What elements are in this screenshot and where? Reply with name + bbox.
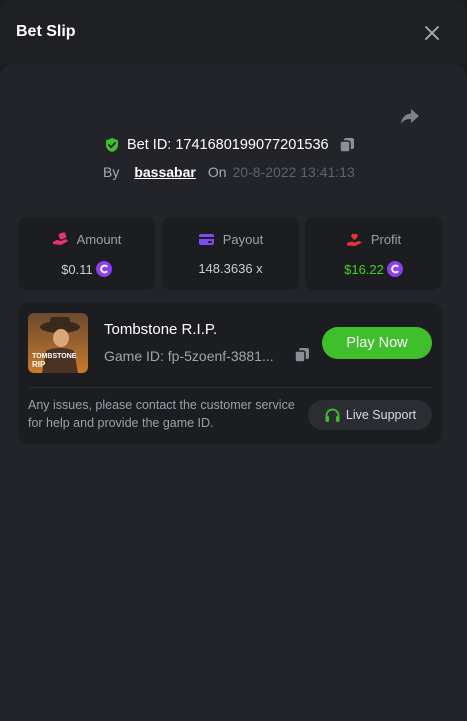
- profit-label: Profit: [370, 232, 402, 247]
- game-card: TOMBSTONE RIP Tombstone R.I.P. Game ID: …: [18, 303, 442, 444]
- payout-label: Payout: [222, 232, 264, 247]
- on-label: On: [207, 164, 227, 180]
- payout-card: Payout 148.3636 x: [162, 217, 299, 290]
- amount-label: Amount: [76, 232, 122, 247]
- svg-text:RIP: RIP: [32, 360, 46, 369]
- wallet-icon: [198, 234, 214, 245]
- profit-value: $16.22: [344, 261, 384, 277]
- game-id: Game ID: fp-5zoenf-3881...: [104, 348, 274, 364]
- support-message: Any issues, please contact the customer …: [28, 398, 295, 430]
- coin-icon: [95, 261, 112, 277]
- bet-id-row: Bet ID: 1741680199077201536: [104, 135, 355, 155]
- share-icon[interactable]: [398, 104, 422, 128]
- bet-slip-title: Bet Slip: [16, 23, 76, 40]
- hand-heart-icon: [346, 233, 362, 246]
- live-support-button[interactable]: Live Support: [308, 400, 432, 430]
- live-support-label: Live Support: [345, 408, 417, 422]
- play-now-button[interactable]: Play Now: [322, 327, 432, 359]
- shield-check-icon: [106, 138, 118, 152]
- profit-card: Profit $16.22: [305, 217, 442, 290]
- by-label: By: [103, 164, 120, 180]
- amount-card: Amount $0.11: [18, 217, 155, 290]
- bet-author-row: By bassabar On 20-8-2022 13:41:13: [103, 163, 355, 181]
- bet-datetime: 20-8-2022 13:41:13: [232, 164, 355, 180]
- username-link[interactable]: bassabar: [134, 164, 195, 180]
- copy-icon[interactable]: [294, 347, 310, 363]
- svg-text:TOMBSTONE: TOMBSTONE: [32, 353, 77, 360]
- amount-value: $0.11: [61, 261, 93, 277]
- game-thumbnail-image: TOMBSTONE RIP: [28, 313, 88, 373]
- game-thumbnail[interactable]: TOMBSTONE RIP: [28, 313, 88, 373]
- bet-slip-header: Bet Slip: [0, 0, 467, 64]
- hand-coins-icon: [52, 232, 68, 245]
- payout-value: 148.3636 x: [198, 261, 263, 276]
- copy-icon[interactable]: [338, 137, 355, 153]
- coin-icon: [386, 261, 403, 277]
- game-name: Tombstone R.I.P.: [104, 321, 218, 338]
- bet-id: Bet ID: 1741680199077201536: [127, 137, 329, 153]
- headset-icon: [325, 408, 340, 422]
- close-icon[interactable]: [421, 22, 443, 44]
- divider: [28, 387, 432, 388]
